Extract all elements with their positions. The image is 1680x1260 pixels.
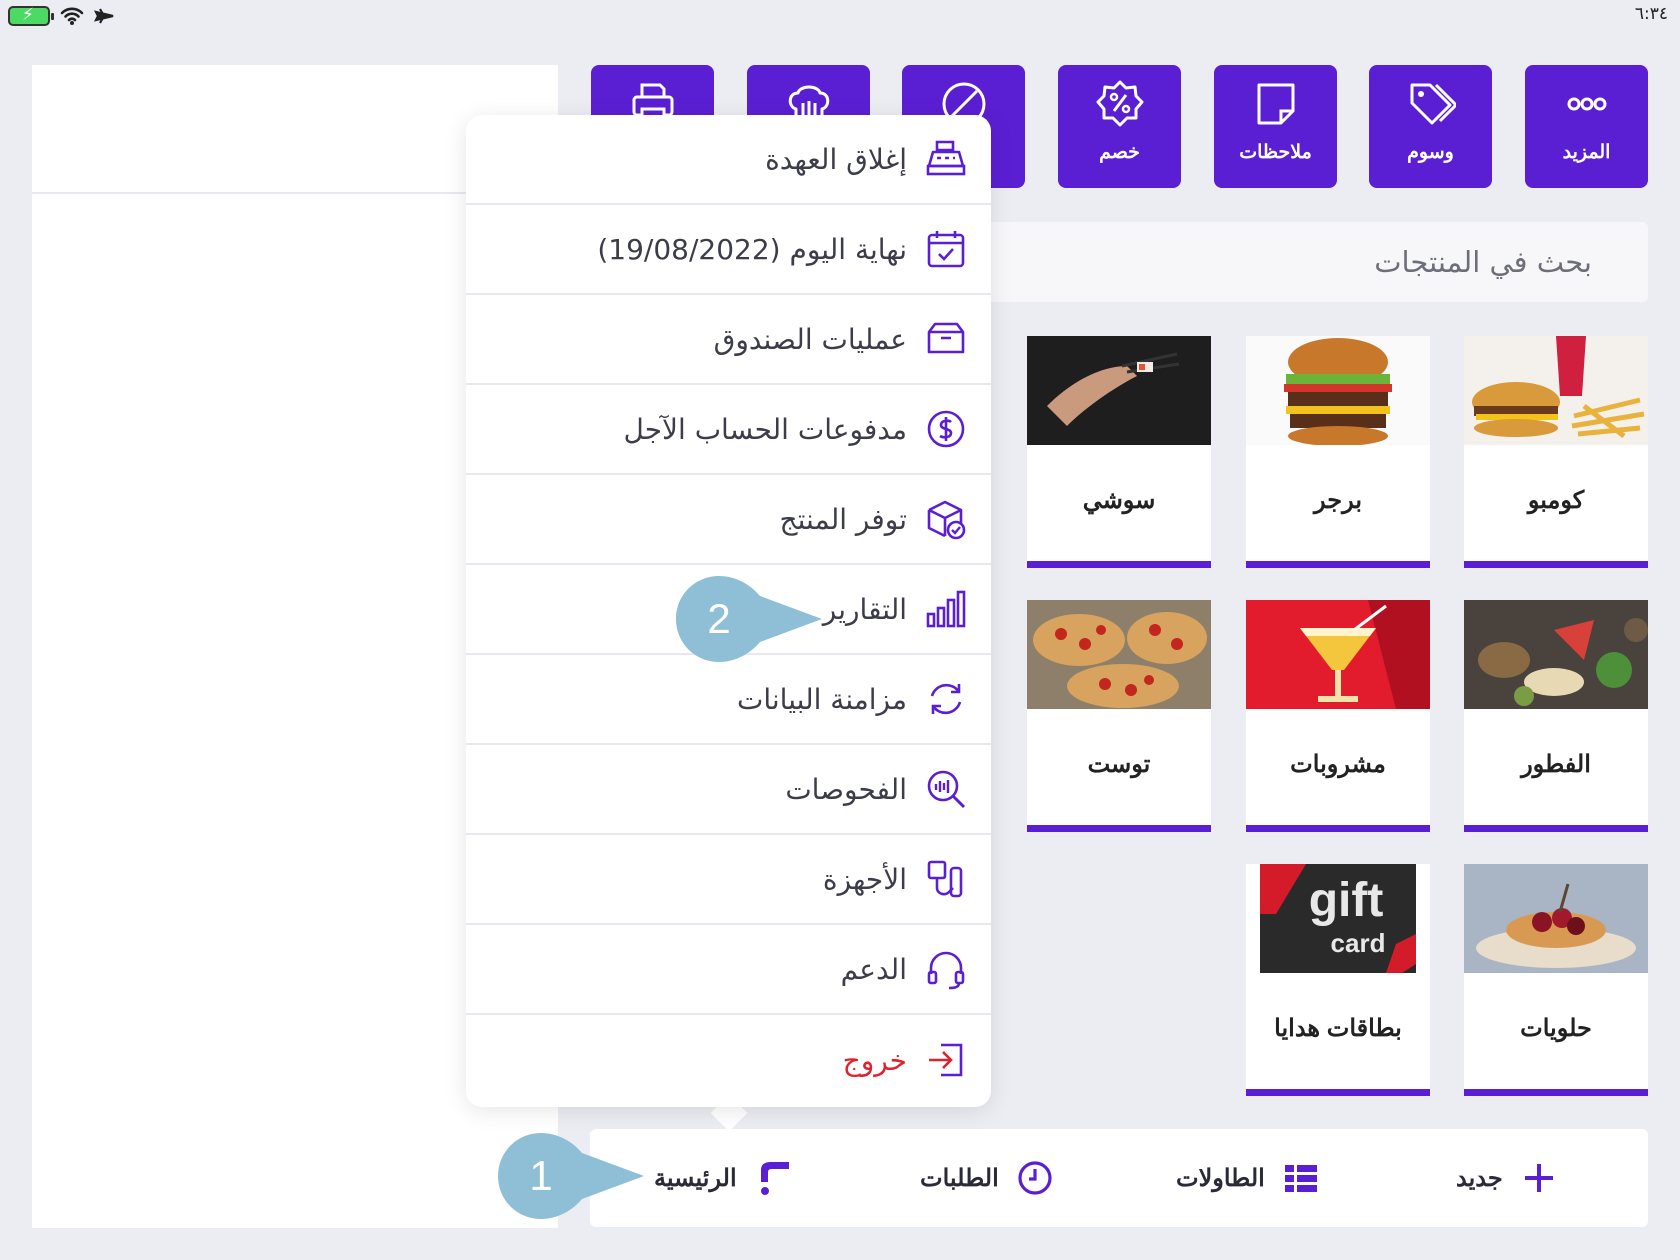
callout-number: 1 <box>529 1152 553 1199</box>
sushi-image <box>1027 336 1211 445</box>
tags-icon <box>1410 83 1456 125</box>
category-card-gift-cards[interactable]: gift card بطاقات هدايا <box>1246 864 1430 1096</box>
sync-icon <box>925 678 967 720</box>
menu-item-label: توفر المنتج <box>779 502 907 536</box>
nav-orders[interactable]: الطلبات <box>920 1129 1053 1227</box>
calendar-check-icon <box>925 228 967 270</box>
nav-label: الطاولات <box>1176 1164 1265 1192</box>
tags-button[interactable]: وسوم <box>1369 65 1492 188</box>
menu-item-label: مزامنة البيانات <box>736 682 907 716</box>
category-name: برجر <box>1314 487 1362 514</box>
nav-home[interactable]: الرئيسية <box>654 1129 791 1227</box>
status-bar: ⚡ ٦:٣٤ <box>0 0 1680 34</box>
category-name: حلويات <box>1520 1015 1592 1042</box>
menu-item-label: مدفوعات الحساب الآجل <box>623 412 907 446</box>
category-card-toast[interactable]: توست <box>1027 600 1211 832</box>
search-input[interactable] <box>970 222 1648 302</box>
menu-item-label: التقارير <box>822 592 907 626</box>
menu-item-label: خروج <box>842 1043 907 1077</box>
wifi-icon <box>60 7 84 25</box>
tags-button-label: وسوم <box>1407 142 1454 163</box>
discount-button[interactable]: خصم <box>1058 65 1181 188</box>
more-button-label: المزيد <box>1562 142 1611 163</box>
callout-1: 1 <box>498 1133 646 1219</box>
menu-item-data-sync[interactable]: مزامنة البيانات <box>466 655 991 745</box>
battery-charging-icon: ⚡ <box>8 5 54 26</box>
more-button[interactable]: المزيد <box>1525 65 1648 188</box>
nav-label: الرئيسية <box>654 1164 737 1192</box>
menu-item-product-availability[interactable]: توفر المنتج <box>466 475 991 565</box>
breakfast-image <box>1464 600 1648 709</box>
category-name: كومبو <box>1527 487 1585 514</box>
nav-label: جديد <box>1456 1164 1503 1192</box>
tables-icon <box>1284 1165 1317 1192</box>
category-card-breakfast[interactable]: الفطور <box>1464 600 1648 832</box>
menu-item-end-of-day[interactable]: نهاية اليوم (19/08/2022) <box>466 205 991 295</box>
airplane-icon <box>94 8 114 24</box>
menu-item-close-shift[interactable]: إغلاق العهدة <box>466 115 991 205</box>
category-card-desserts[interactable]: حلويات <box>1464 864 1648 1096</box>
callout-2: 2 <box>676 576 824 662</box>
menu-item-credit-payments[interactable]: مدفوعات الحساب الآجل <box>466 385 991 475</box>
dollar-circle-icon <box>925 408 967 450</box>
menu-item-label: الفحوصات <box>785 772 907 806</box>
gift-card-word-gift: gift <box>1309 874 1384 927</box>
drinks-image <box>1246 600 1430 709</box>
desserts-image <box>1464 864 1648 973</box>
menu-item-cash-operations[interactable]: عمليات الصندوق <box>466 295 991 385</box>
menu-item-label: نهاية اليوم (19/08/2022) <box>597 232 907 266</box>
clock-icon <box>1018 1161 1052 1195</box>
category-name: الفطور <box>1521 751 1591 778</box>
menu-item-label: الأجهزة <box>822 862 907 896</box>
status-time: ٦:٣٤ <box>1634 4 1668 24</box>
nav-new[interactable]: جديد <box>1456 1129 1557 1227</box>
menu-item-logout[interactable]: خروج <box>466 1015 991 1105</box>
box-check-icon <box>925 498 967 540</box>
cash-register-icon <box>925 138 967 180</box>
plus-icon <box>1524 1164 1553 1192</box>
category-name: توست <box>1087 751 1151 778</box>
gift-card-image: gift card <box>1246 864 1430 973</box>
discount-button-label: خصم <box>1099 142 1140 163</box>
nav-label: الطلبات <box>920 1164 999 1192</box>
product-search <box>970 222 1648 302</box>
menu-item-support[interactable]: الدعم <box>466 925 991 1015</box>
category-card-burger[interactable]: برجر <box>1246 336 1430 568</box>
category-card-sushi[interactable]: سوشي <box>1027 336 1211 568</box>
diagnostics-icon <box>925 768 967 810</box>
discount-icon <box>1096 80 1143 127</box>
cash-drawer-icon <box>925 318 967 360</box>
bar-chart-icon <box>925 588 967 630</box>
menu-item-diagnostics[interactable]: الفحوصات <box>466 745 991 835</box>
more-dots-icon <box>1567 97 1606 111</box>
bottom-nav: جديد الطاولات الطلبات الرئيسية <box>590 1129 1648 1227</box>
burger-image <box>1246 336 1430 445</box>
category-name: مشروبات <box>1290 751 1386 778</box>
menu-item-devices[interactable]: الأجهزة <box>466 835 991 925</box>
devices-icon <box>925 858 967 900</box>
callout-number: 2 <box>707 595 731 642</box>
category-name: بطاقات هدايا <box>1274 1015 1402 1042</box>
category-card-drinks[interactable]: مشروبات <box>1246 600 1430 832</box>
notes-button[interactable]: ملاحظات <box>1214 65 1337 188</box>
gift-card-word-card: card <box>1331 928 1386 958</box>
notes-button-label: ملاحظات <box>1239 142 1312 163</box>
toast-image <box>1027 600 1211 709</box>
combo-image <box>1464 336 1648 445</box>
menu-item-label: عمليات الصندوق <box>713 322 907 356</box>
category-card-combo[interactable]: كومبو <box>1464 336 1648 568</box>
note-icon <box>1257 83 1294 125</box>
headset-icon <box>925 948 967 990</box>
foodics-logo-icon <box>760 1162 789 1195</box>
menu-item-label: الدعم <box>840 952 907 986</box>
menu-item-label: إغلاق العهدة <box>765 142 907 176</box>
category-name: سوشي <box>1082 487 1156 514</box>
logout-icon <box>925 1039 967 1081</box>
nav-tables[interactable]: الطاولات <box>1176 1129 1319 1227</box>
